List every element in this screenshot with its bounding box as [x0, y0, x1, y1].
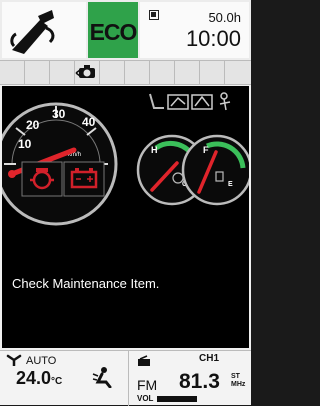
volume-label: VOL: [137, 394, 154, 403]
seat-position-icon: [149, 93, 164, 109]
radio-frequency-unit: MHz: [231, 381, 246, 388]
climate-panel[interactable]: AUTO 24.0°C: [0, 351, 126, 406]
fuel-empty-label: E: [228, 181, 233, 188]
indicator-slot: [0, 61, 25, 84]
hour-meter-icon: [149, 10, 159, 20]
speed-tick-20: 20: [26, 118, 40, 132]
temperature-high-label: H: [151, 145, 158, 155]
radio-stereo: ST: [231, 373, 240, 380]
climate-temperature-value: 24.0: [16, 368, 52, 388]
radio-stereo-unit: ST MHz: [231, 373, 245, 389]
climate-temperature: 24.0°C: [16, 368, 62, 389]
indicator-slot: [25, 61, 50, 84]
top-bar: ECO 50.0h 10:00: [0, 0, 251, 60]
indicator-slot: [75, 61, 100, 84]
radio-channel: CH1: [199, 353, 220, 364]
indicator-slot: [125, 61, 150, 84]
info-tile: 50.0h 10:00: [140, 2, 249, 58]
indicator-slot: [225, 61, 250, 84]
gauge-cluster: 10 20 30 40 km/h H C F E: [2, 92, 249, 226]
clock-display: 10:00: [185, 26, 241, 51]
crane-mode-icon: [10, 10, 55, 54]
seat-belt-icon: [219, 92, 231, 111]
fan-icon: [6, 354, 22, 366]
fuel-full-label: F: [203, 145, 209, 155]
indicator-strip: [0, 60, 251, 85]
work-mode-tile[interactable]: [2, 2, 86, 58]
eco-indicator[interactable]: ECO: [88, 2, 138, 58]
engine-check-icon: [21, 161, 63, 197]
indicator-slot: [150, 61, 175, 84]
bottom-bar: AUTO 24.0°C CH1 FM 81.3 ST MHz VOL: [0, 350, 251, 406]
speed-tick-40: 40: [82, 115, 96, 129]
battery-warning-icon: [63, 161, 105, 197]
maintenance-message: Check Maintenance Item.: [12, 276, 160, 291]
indicator-slot: [50, 61, 75, 84]
indicator-slot: [175, 61, 200, 84]
monitor-screen: ECO 50.0h 10:00 10 20 30 40 km/h H C F E…: [0, 0, 251, 406]
volume-bar[interactable]: [157, 396, 197, 402]
radio-icon: [138, 355, 150, 366]
radio-frequency: 81.3: [179, 370, 220, 393]
climate-temperature-unit: °C: [51, 376, 63, 387]
indicator-slot: [100, 61, 125, 84]
audio-panel[interactable]: CH1 FM 81.3 ST MHz VOL: [128, 351, 251, 406]
airflow-icon: [92, 367, 112, 388]
climate-mode: AUTO: [26, 355, 57, 367]
arm-icon: [191, 94, 213, 110]
boom-icon: [167, 94, 189, 110]
hour-meter-value: 50.0h: [208, 10, 241, 25]
camera-icon: [75, 65, 95, 78]
radio-band: FM: [137, 377, 158, 393]
speed-tick-10: 10: [18, 137, 32, 151]
main-panel: 10 20 30 40 km/h H C F E Check Maintenan…: [2, 86, 249, 348]
indicator-slot: [200, 61, 225, 84]
fuel-gauge: F E: [181, 134, 249, 206]
speed-tick-30: 30: [52, 107, 66, 121]
